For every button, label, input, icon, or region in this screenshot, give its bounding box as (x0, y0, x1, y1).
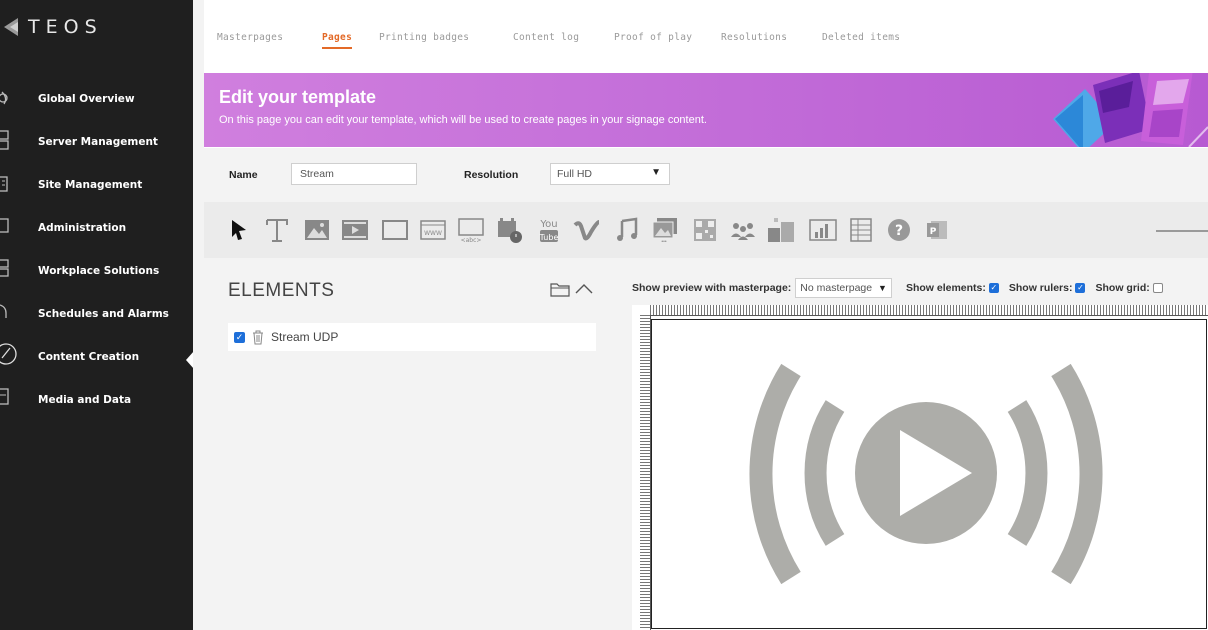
sidebar-item-site-management[interactable]: Site Management (38, 179, 142, 191)
show-elements-label: Show elements: (905, 282, 986, 294)
editor-area: ELEMENTS ✓ Stream UDP Show preview with … (204, 258, 1208, 630)
building-icon (0, 176, 8, 192)
vertical-ruler (640, 315, 651, 630)
elements-actions (550, 280, 594, 298)
svg-text:WWW: WWW (424, 230, 442, 237)
svg-text:•••: ••• (661, 239, 667, 244)
people-icon[interactable] (728, 215, 758, 245)
qrcode-icon[interactable] (690, 215, 720, 245)
youtube-icon[interactable]: You Tube (534, 215, 564, 245)
resolution-select[interactable]: Full HD ▼ (550, 163, 670, 185)
alarm-icon (0, 304, 7, 318)
show-rulers-checkbox[interactable]: ✓ (1075, 283, 1086, 293)
vimeo-icon[interactable] (572, 215, 602, 245)
folder-icon[interactable] (550, 280, 570, 298)
element-name: Stream UDP (271, 330, 339, 344)
chevron-down-icon: ▼ (651, 167, 661, 178)
trash-icon[interactable] (251, 329, 265, 345)
teos-logo[interactable]: TEOS (4, 12, 103, 42)
sidebar-item-schedules-and-alarms[interactable]: Schedules and Alarms (38, 308, 169, 320)
masterpage-value: No masterpage (800, 282, 873, 294)
svg-text:Tube: Tube (539, 233, 559, 242)
tab-resolutions[interactable]: Resolutions (721, 32, 787, 43)
sidebar: TEOS Global Overview Server Management S… (0, 0, 194, 630)
chart-icon[interactable] (808, 215, 838, 245)
logo-text: TEOS (28, 16, 103, 38)
show-elements-checkbox[interactable]: ✓ (988, 283, 999, 293)
svg-text:You: You (539, 219, 557, 230)
media-icon (0, 388, 9, 405)
banner-decoration (1053, 73, 1208, 147)
name-label: Name (229, 169, 258, 181)
page-subtitle: On this page you can edit your template,… (219, 114, 707, 126)
page-title: Edit your template (219, 87, 377, 107)
element-toolbar: WWW <abc> You Tube ••• ? P (204, 202, 1208, 258)
sidebar-item-administration[interactable]: Administration (38, 222, 126, 234)
sidebar-item-workplace-solutions[interactable]: Workplace Solutions (38, 265, 159, 277)
preview-options: Show preview with masterpage: No masterp… (632, 278, 1163, 298)
chevron-down-icon: ▼ (878, 283, 887, 293)
teos-logo-mark (4, 18, 18, 36)
admin-icon (0, 218, 9, 233)
tab-masterpages[interactable]: Masterpages (217, 32, 283, 43)
preview-canvas-area (632, 305, 1208, 630)
ticker-icon[interactable]: <abc> (456, 215, 486, 245)
sidebar-gutter (193, 0, 204, 630)
resolution-label: Resolution (464, 169, 519, 181)
sidebar-item-content-creation[interactable]: Content Creation (38, 351, 139, 363)
tab-content-log[interactable]: Content log (513, 32, 579, 43)
globe-icon (0, 91, 8, 105)
powerpoint-icon[interactable]: P (922, 215, 952, 245)
page-banner: Edit your template On this page you can … (204, 73, 1208, 147)
resolution-value: Full HD (557, 168, 593, 180)
sidebar-item-media-and-data[interactable]: Media and Data (38, 394, 131, 406)
name-input[interactable]: Stream (291, 163, 417, 185)
show-rulers-label: Show rulers: (1008, 282, 1073, 294)
slideshow-icon[interactable]: ••• (650, 215, 680, 245)
masterpage-select[interactable]: No masterpage ▼ (795, 278, 892, 298)
workplace-icon (0, 259, 9, 277)
show-grid-label: Show grid: (1095, 282, 1150, 294)
help-icon[interactable]: ? (884, 215, 914, 245)
svg-text:P: P (930, 227, 937, 237)
image-icon[interactable] (302, 215, 332, 245)
content-creation-icon (0, 343, 17, 365)
svg-text:<abc>: <abc> (461, 237, 482, 243)
server-icon (0, 130, 9, 150)
show-grid-checkbox[interactable] (1152, 283, 1163, 293)
tab-proof-of-play[interactable]: Proof of play (614, 32, 692, 43)
tiles-icon[interactable] (766, 215, 796, 245)
list-item[interactable]: ✓ Stream UDP (228, 323, 596, 351)
pointer-icon[interactable] (224, 215, 254, 245)
element-checkbox[interactable]: ✓ (234, 331, 245, 343)
tab-deleted-items[interactable]: Deleted items (822, 32, 900, 43)
sidebar-item-server-management[interactable]: Server Management (38, 136, 158, 148)
audio-icon[interactable] (612, 215, 642, 245)
elements-heading: ELEMENTS (228, 280, 335, 301)
table-icon[interactable] (846, 215, 876, 245)
rectangle-icon[interactable] (380, 215, 410, 245)
calendar-icon[interactable] (494, 215, 524, 245)
tab-printing-badges[interactable]: Printing badges (379, 32, 469, 43)
masterpage-label: Show preview with masterpage: (632, 282, 792, 294)
preview-canvas[interactable] (651, 319, 1207, 629)
horizontal-ruler (650, 305, 1208, 316)
toolbar-divider (1156, 230, 1208, 232)
svg-text:?: ? (895, 223, 903, 239)
video-icon[interactable] (340, 215, 370, 245)
stream-broadcast-icon[interactable] (652, 320, 1206, 628)
text-icon[interactable] (262, 215, 292, 245)
sidebar-item-global-overview[interactable]: Global Overview (38, 93, 135, 105)
chevron-up-icon[interactable] (574, 280, 594, 298)
top-tabs: Masterpages Pages Printing badges Conten… (204, 0, 1208, 72)
template-form: Name Stream Resolution Full HD ▼ (204, 148, 1208, 202)
tab-pages[interactable]: Pages (322, 32, 353, 49)
web-icon[interactable]: WWW (418, 215, 448, 245)
